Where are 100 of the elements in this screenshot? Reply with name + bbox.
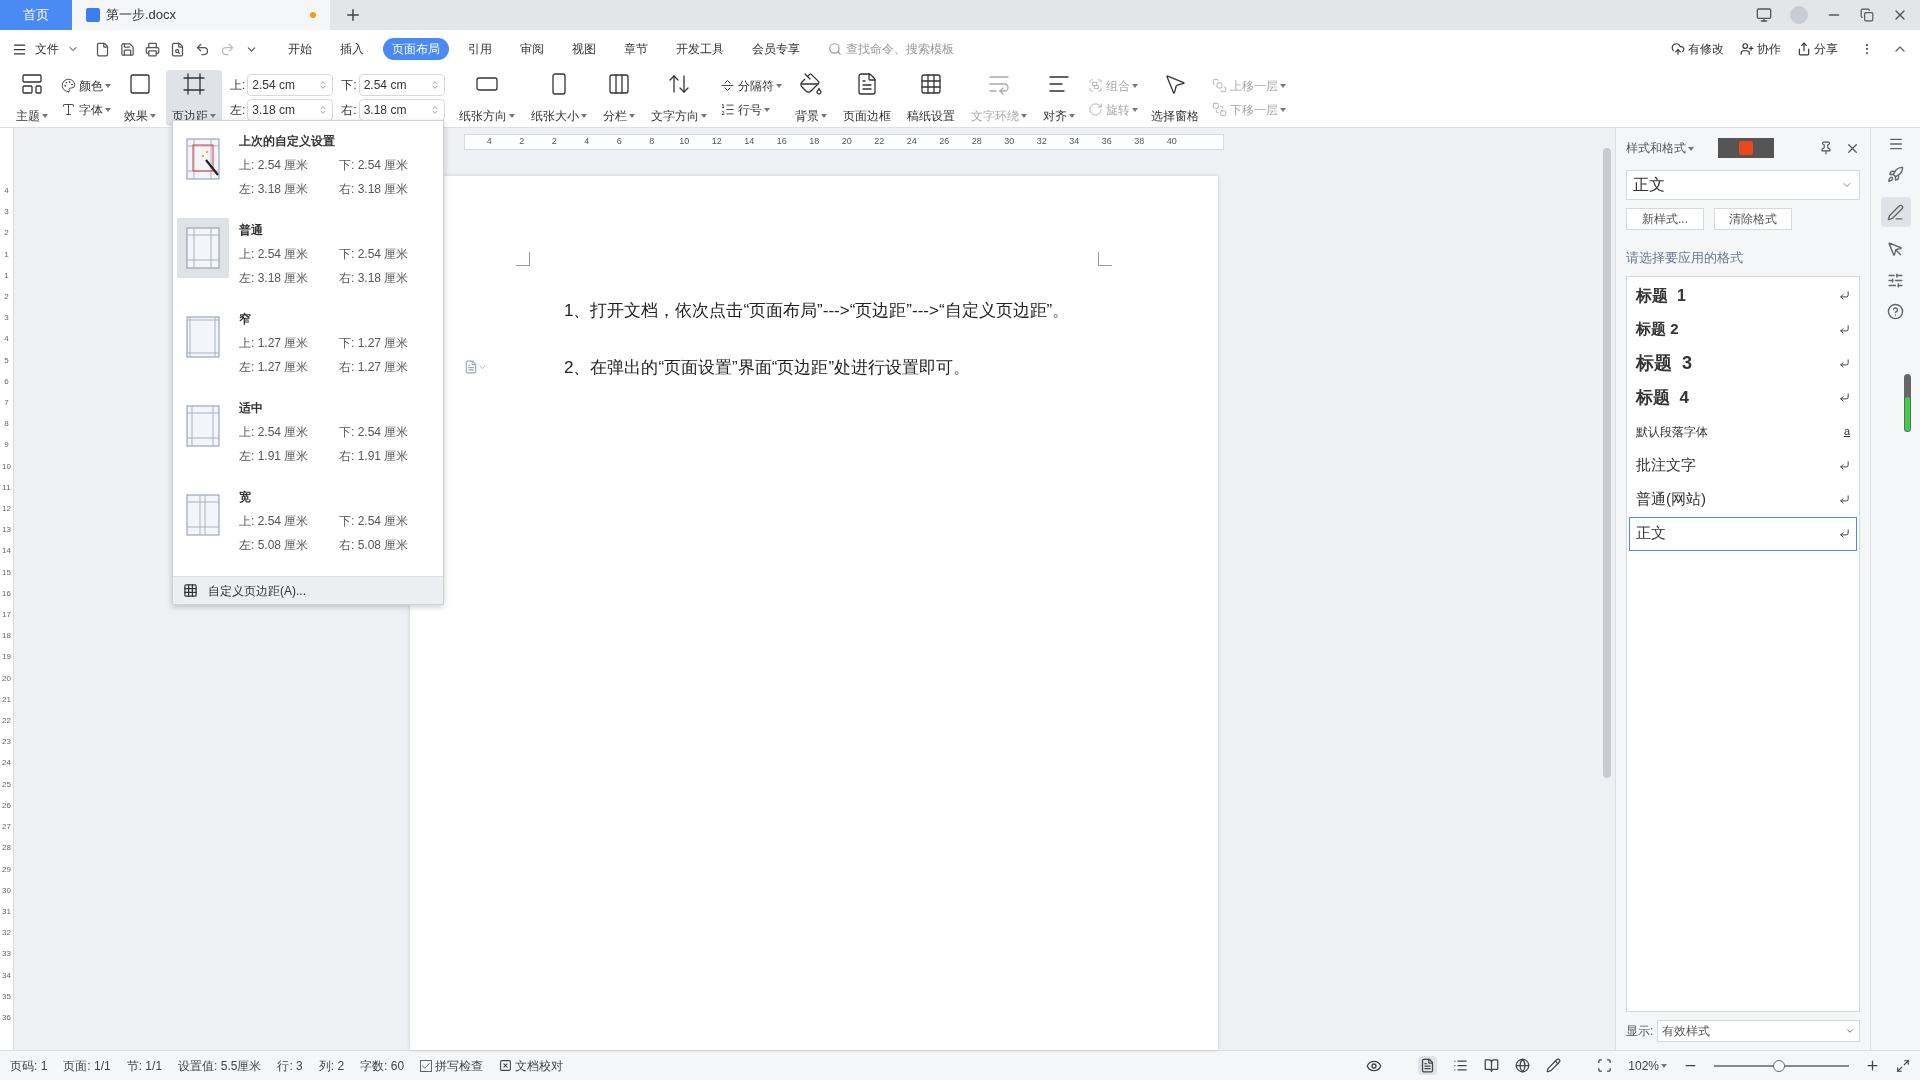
cloud-icon[interactable] (1671, 42, 1685, 56)
ruler-number: 12 (710, 135, 723, 149)
custom-margins-item[interactable]: 自定义页边距(A)... (173, 576, 443, 604)
toolbar-action[interactable]: 分享 (1814, 40, 1838, 58)
ribbon-button[interactable]: 选择窗格 (1144, 69, 1205, 126)
paragraph-mark-icon (1839, 494, 1850, 505)
input-method-toolbar[interactable] (1718, 138, 1774, 158)
new-file-icon[interactable] (95, 41, 110, 57)
save-icon[interactable] (120, 41, 135, 57)
fullscreen-icon[interactable] (1896, 1058, 1910, 1073)
chevron-down-icon[interactable] (1845, 1026, 1855, 1036)
style-item[interactable]: 标题 4 (1629, 380, 1857, 415)
ribbon-button[interactable]: 分隔符 (716, 73, 785, 98)
ruler-number: 24 (2, 757, 11, 770)
web-view-icon[interactable] (1515, 1058, 1531, 1073)
menu-tab[interactable]: 插入 (331, 38, 373, 60)
zoom-slider[interactable] (1714, 1058, 1849, 1073)
menu-icon[interactable] (12, 41, 27, 57)
rocket-icon[interactable] (1887, 166, 1904, 183)
margin-preset[interactable]: 窄 上: 1.27 厘米 下: 1.27 厘米 左: 1.27 厘米 右: 1.27 厘米 (173, 303, 443, 392)
ribbon-button[interactable]: 行号 (716, 97, 785, 122)
style-dropdown[interactable]: 正文 (1626, 170, 1860, 200)
page-margins-icon (186, 138, 220, 180)
style-item[interactable]: 标题 2 (1629, 312, 1857, 347)
zoom-level[interactable]: 102% (1628, 1056, 1667, 1075)
ribbon-button[interactable]: 文字方向 (644, 69, 713, 126)
help-icon[interactable] (1887, 303, 1904, 320)
menu-tab[interactable]: 引用 (459, 38, 501, 60)
restore-icon[interactable] (1860, 8, 1874, 22)
ruler-number: 27 (2, 821, 11, 834)
ribbon-button[interactable]: 稿纸设置 (900, 69, 961, 126)
menu-tab[interactable]: 审阅 (511, 38, 553, 60)
menu-tab[interactable]: 开发工具 (667, 38, 733, 60)
style-item[interactable]: 标题 3 (1629, 346, 1857, 381)
undo-icon[interactable] (195, 41, 210, 57)
status-item[interactable]: 列: 2 (318, 1056, 345, 1075)
fit-page-icon[interactable] (1597, 1058, 1613, 1073)
panel-button[interactable]: 新样式... (1626, 208, 1704, 230)
search-field[interactable]: 查找命令、搜索模板 (846, 40, 976, 58)
ruler-number: 26 (938, 135, 951, 149)
ribbon-button[interactable]: 主题 (10, 69, 54, 126)
ribbon-button[interactable]: 纸张大小 (524, 69, 593, 126)
status-item[interactable]: 页面: 1/1 (63, 1056, 111, 1075)
margin-preset[interactable]: 适中 上: 2.54 厘米 下: 2.54 厘米 左: 1.91 厘米 右: 1.91 厘米 (173, 392, 443, 481)
new-tab-icon[interactable] (344, 6, 362, 24)
pointer-icon[interactable] (1887, 241, 1904, 258)
zoom-in-icon[interactable] (1865, 1058, 1880, 1073)
ribbon-button[interactable]: 页面边框 (836, 69, 897, 126)
scrollbar-thumb[interactable] (1603, 148, 1611, 778)
show-dropdown[interactable]: 有效样式 (1657, 1020, 1860, 1042)
menu-tab[interactable]: 开始 (279, 38, 321, 60)
ribbon-button[interactable]: 颜色 (58, 73, 114, 98)
printer-icon[interactable] (145, 41, 160, 57)
style-item[interactable]: 普通(网站) (1629, 482, 1857, 517)
margin-preset[interactable]: 上次的自定义设置 上: 2.54 厘米 下: 2.54 厘米 左: 3.18 厘米 右: 3.18 厘米 (173, 125, 443, 214)
pin-icon[interactable] (1819, 141, 1833, 155)
margin-field[interactable]: 2.54 cm (358, 74, 445, 96)
menu-tab[interactable]: 会员专享 (743, 38, 809, 60)
style-item[interactable]: 批注文字 (1629, 448, 1857, 483)
ribbon-button[interactable]: 字体 (58, 97, 114, 122)
caret-icon (1661, 1064, 1667, 1069)
status-item[interactable]: 设置值: 5.5厘米 (178, 1056, 262, 1075)
file-menu[interactable]: 文件 (31, 40, 63, 58)
add-user-icon[interactable] (1740, 42, 1754, 56)
sliders-icon[interactable] (1887, 272, 1904, 289)
status-item[interactable]: 页码: 1 (10, 1056, 48, 1075)
ribbon-button[interactable]: 效果 (118, 69, 162, 126)
panel-title[interactable]: 样式和格式 (1626, 139, 1694, 157)
status-item[interactable]: 节: 1/1 (126, 1056, 163, 1075)
handle-icon[interactable] (1887, 136, 1904, 152)
menu-tab[interactable]: 视图 (563, 38, 605, 60)
style-item[interactable]: 默认段落字体 a (1629, 414, 1857, 449)
ruler-number: 13 (2, 524, 11, 537)
screen-icon[interactable] (1756, 7, 1772, 23)
proofread-button[interactable]: 文档校对 (499, 1056, 564, 1075)
share-icon[interactable] (1797, 42, 1811, 56)
style-item[interactable]: 标题 1 (1629, 278, 1857, 313)
ribbon-button[interactable]: 对齐 (1036, 69, 1081, 126)
margin-preset[interactable]: 宽 上: 2.54 厘米 下: 2.54 厘米 左: 5.08 厘米 右: 5.08 厘米 (173, 481, 443, 570)
ribbon-button[interactable]: 分栏 (596, 69, 641, 126)
toolbar-action[interactable]: 有修改 (1688, 40, 1724, 58)
ribbon-button[interactable]: 背景 (788, 69, 833, 126)
document-tab[interactable]: 第一步.docx (72, 0, 330, 30)
ruler-number: 28 (2, 842, 11, 855)
margin-preset[interactable]: 普通 上: 2.54 厘米 下: 2.54 厘米 左: 3.18 厘米 右: 3.18 厘米 (173, 214, 443, 303)
panel-button[interactable]: 清除格式 (1714, 208, 1792, 230)
margin-field[interactable]: 2.54 cm (247, 74, 334, 96)
pen-tool-button[interactable] (1880, 197, 1911, 227)
toolbar-action[interactable]: 协作 (1757, 40, 1781, 58)
outline-view-icon[interactable] (1453, 1058, 1469, 1073)
preview-icon[interactable] (170, 41, 185, 57)
ribbon-button[interactable]: 纸张方向 (452, 69, 521, 126)
status-item[interactable]: 行: 3 (277, 1056, 303, 1075)
page-view-button[interactable] (1418, 1056, 1438, 1075)
spell-check-button[interactable]: 拼写检查 (420, 1056, 484, 1075)
pencil-icon[interactable] (1546, 1058, 1562, 1073)
style-item[interactable]: 正文 (1629, 516, 1857, 551)
book-icon[interactable] (1484, 1058, 1500, 1073)
status-item[interactable]: 字数: 60 (360, 1056, 405, 1075)
menu-tab[interactable]: 章节 (615, 38, 657, 60)
